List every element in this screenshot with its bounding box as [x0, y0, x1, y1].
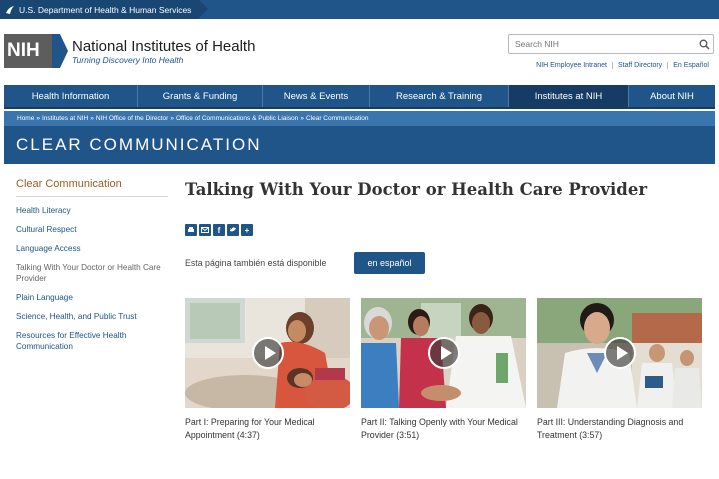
main-nav: Health Information Grants & Funding News…	[4, 85, 715, 109]
play-icon[interactable]	[427, 337, 460, 369]
section-title: CLEAR COMMUNICATION	[16, 135, 262, 154]
hhs-eagle-icon	[6, 5, 14, 14]
nav-news-events[interactable]: News & Events	[263, 85, 370, 107]
nav-health-information[interactable]: Health Information	[4, 85, 138, 107]
twitter-icon[interactable]	[227, 224, 239, 236]
play-icon[interactable]	[603, 337, 636, 369]
video-caption-part-3[interactable]: Part III: Understanding Diagnosis and Tr…	[537, 416, 705, 441]
email-icon[interactable]	[199, 224, 211, 236]
video-caption-part-2[interactable]: Part II: Talking Openly with Your Medica…	[361, 416, 529, 441]
site-header: NIH National Institutes of Health Turnin…	[0, 19, 719, 85]
nav-about-nih[interactable]: About NIH	[629, 85, 715, 107]
sidebar-item-plain-language[interactable]: Plain Language	[16, 292, 168, 303]
search-button[interactable]	[695, 35, 713, 53]
sidebar-item-cultural-respect[interactable]: Cultural Respect	[16, 224, 168, 235]
staff-directory-link[interactable]: Staff Directory	[611, 62, 667, 69]
site-title: National Institutes of Health	[72, 37, 256, 55]
breadcrumb: Home » Institutes at NIH » NIH Office of…	[4, 111, 715, 126]
print-icon[interactable]	[185, 224, 197, 236]
play-icon[interactable]	[251, 337, 284, 369]
video-thumbnail-part-2[interactable]	[361, 298, 526, 408]
sidebar-item-public-trust[interactable]: Science, Health, and Public Trust	[16, 311, 168, 322]
sidebar-heading[interactable]: Clear Communication	[16, 178, 168, 197]
nav-grants-funding[interactable]: Grants & Funding	[138, 85, 263, 107]
site-tagline: Turning Discovery Into Health	[72, 54, 184, 65]
sidebar-item-language-access[interactable]: Language Access	[16, 243, 168, 254]
video-thumbnail-part-1[interactable]	[185, 298, 350, 408]
spanish-availability-text: Esta página también está disponible	[185, 258, 327, 268]
sidebar-item-health-literacy[interactable]: Health Literacy	[16, 205, 168, 216]
search-input[interactable]	[509, 39, 695, 49]
spanish-button[interactable]: en español	[354, 252, 425, 274]
hhs-bar: U.S. Department of Health & Human Servic…	[0, 0, 719, 19]
sidebar: Clear Communication Health Literacy Cult…	[16, 178, 168, 360]
nih-logo-abbr: NIH	[7, 40, 40, 61]
nih-logo[interactable]: NIH National Institutes of Health Turnin…	[4, 34, 255, 68]
search-box	[508, 34, 714, 54]
sidebar-item-talking-with-doctor[interactable]: Talking With Your Doctor or Health Care …	[16, 262, 168, 284]
video-thumbnail-part-3[interactable]	[537, 298, 702, 408]
video-caption-part-1[interactable]: Part I: Preparing for Your Medical Appoi…	[185, 416, 353, 441]
hhs-label: U.S. Department of Health & Human Servic…	[19, 4, 192, 15]
breadcrumb-office-director[interactable]: NIH Office of the Director	[96, 115, 169, 122]
breadcrumb-ocpl[interactable]: Office of Communications & Public Liaiso…	[176, 115, 298, 122]
nav-research-training[interactable]: Research & Training	[370, 85, 509, 107]
search-icon	[699, 39, 710, 50]
breadcrumb-home[interactable]: Home	[17, 115, 34, 122]
espanol-link[interactable]: En Español	[667, 62, 714, 69]
section-banner: CLEAR COMMUNICATION	[4, 126, 715, 164]
facebook-icon[interactable]: f	[213, 224, 225, 236]
nih-logo-mark: NIH	[4, 34, 68, 68]
utility-links: NIH Employee Intranet Staff Directory En…	[531, 62, 714, 69]
breadcrumb-institutes[interactable]: Institutes at NIH	[42, 115, 88, 122]
nav-institutes-at-nih[interactable]: Institutes at NIH	[509, 85, 629, 107]
breadcrumb-current: Clear Communication	[305, 115, 369, 122]
employee-intranet-link[interactable]: NIH Employee Intranet	[531, 62, 612, 69]
page-title: Talking With Your Doctor or Health Care …	[185, 180, 648, 199]
sidebar-item-resources[interactable]: Resources for Effective Health Communica…	[16, 330, 168, 352]
hhs-link[interactable]: U.S. Department of Health & Human Servic…	[0, 0, 209, 19]
share-toolbar: f +	[185, 224, 253, 236]
plus-icon[interactable]: +	[241, 224, 253, 236]
